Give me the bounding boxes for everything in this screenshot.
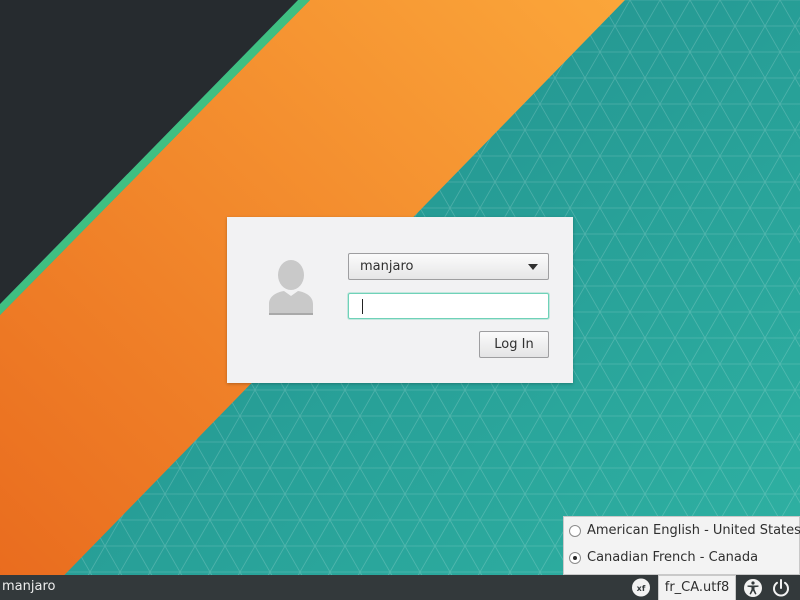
- accessibility-icon[interactable]: [743, 578, 763, 598]
- chevron-down-icon: [528, 264, 538, 270]
- password-input[interactable]: [348, 293, 549, 319]
- user-avatar-icon: [269, 260, 313, 315]
- language-option-en-us[interactable]: American English - United States: [568, 520, 800, 544]
- username-select[interactable]: manjaro: [348, 253, 549, 280]
- language-menu: American English - United States Canadia…: [563, 516, 800, 575]
- language-option-label: American English - United States: [587, 523, 800, 538]
- locale-button[interactable]: fr_CA.utf8: [658, 575, 736, 600]
- bottom-panel: manjaro xf fr_CA.utf8: [0, 575, 800, 600]
- desktop-screen: manjaro Log In American English - United…: [0, 0, 800, 600]
- username-select-value: manjaro: [360, 259, 414, 274]
- radio-selected-icon[interactable]: [569, 552, 581, 564]
- svg-text:xf: xf: [637, 584, 646, 593]
- hostname-label: manjaro: [2, 579, 56, 594]
- login-button[interactable]: Log In: [479, 331, 549, 358]
- power-icon[interactable]: [771, 578, 791, 598]
- radio-unselected-icon[interactable]: [569, 525, 581, 537]
- language-option-label: Canadian French - Canada: [587, 550, 759, 565]
- language-option-fr-ca[interactable]: Canadian French - Canada: [568, 547, 796, 571]
- xfce-icon[interactable]: xf: [631, 578, 651, 597]
- text-cursor: [362, 299, 363, 314]
- radio-dot: [573, 556, 577, 560]
